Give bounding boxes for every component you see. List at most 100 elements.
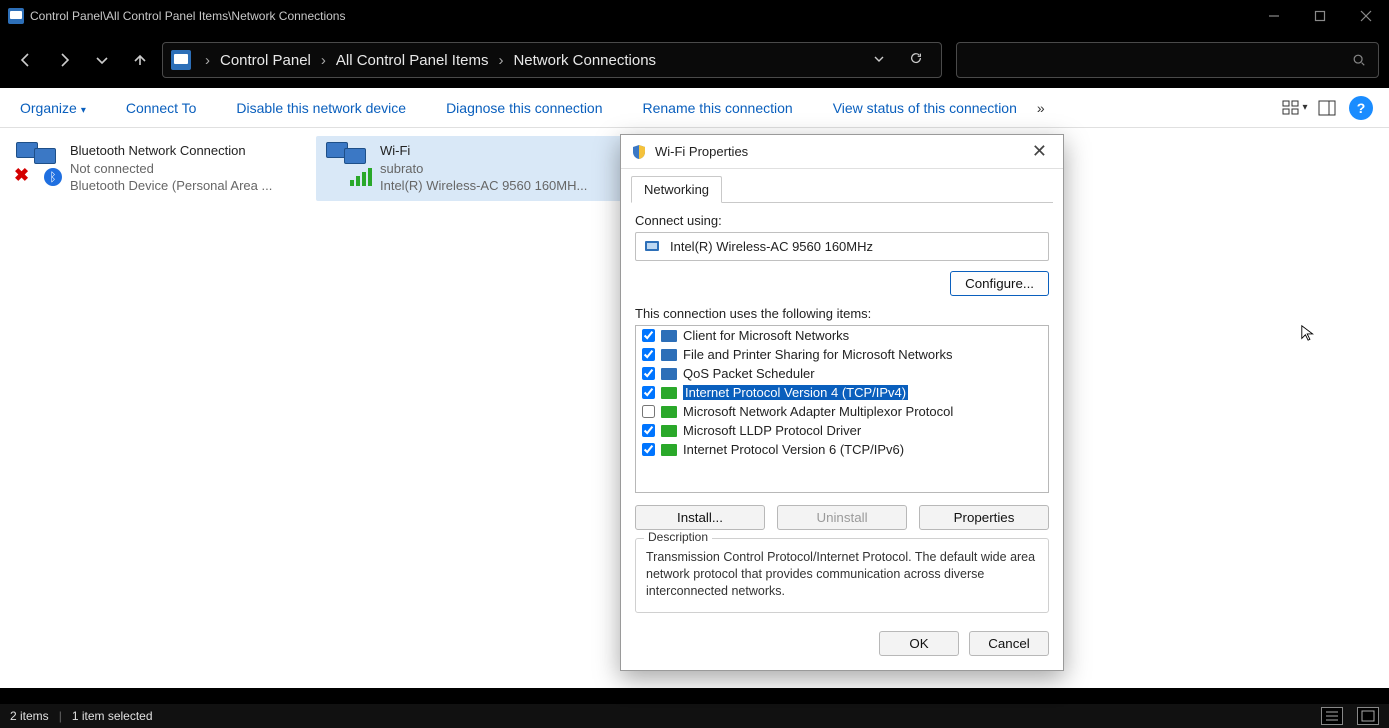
details-view-button[interactable] bbox=[1321, 707, 1343, 725]
view-options-button[interactable]: ▾ bbox=[1279, 92, 1311, 124]
adapter-field[interactable]: Intel(R) Wireless-AC 9560 160MHz bbox=[635, 232, 1049, 261]
location-icon bbox=[171, 50, 191, 70]
large-icons-view-button[interactable] bbox=[1357, 707, 1379, 725]
protocol-checkbox[interactable] bbox=[642, 443, 655, 456]
uninstall-button: Uninstall bbox=[777, 505, 907, 530]
wifi-properties-dialog: Wi-Fi Properties ✕ Networking Connect us… bbox=[620, 134, 1064, 671]
window-title: Control Panel\All Control Panel Items\Ne… bbox=[30, 9, 345, 23]
protocol-icon bbox=[661, 330, 677, 342]
protocol-label: Internet Protocol Version 4 (TCP/IPv4) bbox=[683, 385, 908, 400]
dialog-title-bar[interactable]: Wi-Fi Properties ✕ bbox=[621, 135, 1063, 169]
protocol-item[interactable]: Microsoft Network Adapter Multiplexor Pr… bbox=[636, 402, 1048, 421]
protocol-label: Microsoft LLDP Protocol Driver bbox=[683, 423, 861, 438]
maximize-button[interactable] bbox=[1297, 0, 1343, 32]
dialog-close-button[interactable]: ✕ bbox=[1026, 141, 1053, 162]
protocol-icon bbox=[661, 444, 677, 456]
error-icon: ✖ bbox=[14, 165, 29, 186]
connection-name: Bluetooth Network Connection bbox=[70, 142, 272, 160]
items-label: This connection uses the following items… bbox=[635, 306, 1049, 321]
help-button[interactable]: ? bbox=[1349, 96, 1373, 120]
minimize-button[interactable] bbox=[1251, 0, 1297, 32]
adapter-name: Intel(R) Wireless-AC 9560 160MHz bbox=[670, 239, 873, 254]
protocol-icon bbox=[661, 368, 677, 380]
network-icon bbox=[324, 142, 372, 186]
network-icon: ✖ᛒ bbox=[14, 142, 62, 186]
chevron-right-icon[interactable]: › bbox=[315, 52, 332, 69]
protocol-checkbox[interactable] bbox=[642, 367, 655, 380]
command-bar: Organize Connect To Disable this network… bbox=[0, 88, 1389, 128]
protocol-icon bbox=[661, 387, 677, 399]
description-group: Description Transmission Control Protoco… bbox=[635, 538, 1049, 613]
rename-button[interactable]: Rename this connection bbox=[633, 94, 803, 122]
protocol-checkbox[interactable] bbox=[642, 386, 655, 399]
status-bar: 2 items | 1 item selected bbox=[0, 704, 1389, 728]
protocol-label: QoS Packet Scheduler bbox=[683, 366, 815, 381]
disable-device-button[interactable]: Disable this network device bbox=[226, 94, 416, 122]
recent-locations-button[interactable] bbox=[86, 44, 118, 76]
control-panel-icon bbox=[8, 8, 24, 24]
protocol-item[interactable]: Client for Microsoft Networks bbox=[636, 326, 1048, 345]
organize-menu[interactable]: Organize bbox=[10, 94, 96, 122]
status-selected-count: 1 item selected bbox=[72, 709, 153, 723]
search-icon bbox=[1352, 53, 1366, 67]
chevron-right-icon[interactable]: › bbox=[199, 52, 216, 69]
breadcrumb-item[interactable]: All Control Panel Items bbox=[336, 52, 489, 69]
connection-item[interactable]: ✖ᛒBluetooth Network ConnectionNot connec… bbox=[6, 136, 316, 201]
protocol-checkbox[interactable] bbox=[642, 405, 655, 418]
connection-status: Not connected bbox=[70, 160, 272, 178]
connection-name: Wi-Fi bbox=[380, 142, 587, 160]
view-status-button[interactable]: View status of this connection bbox=[823, 94, 1027, 122]
description-text: Transmission Control Protocol/Internet P… bbox=[646, 549, 1038, 600]
forward-button[interactable] bbox=[48, 44, 80, 76]
protocol-item[interactable]: Microsoft LLDP Protocol Driver bbox=[636, 421, 1048, 440]
separator: | bbox=[59, 709, 62, 723]
breadcrumb[interactable]: › Control Panel › All Control Panel Item… bbox=[162, 42, 942, 78]
protocol-checkbox[interactable] bbox=[642, 329, 655, 342]
protocol-icon bbox=[661, 425, 677, 437]
breadcrumb-dropdown[interactable] bbox=[863, 52, 895, 69]
description-label: Description bbox=[644, 530, 712, 544]
bluetooth-icon: ᛒ bbox=[44, 168, 62, 186]
configure-button[interactable]: Configure... bbox=[950, 271, 1049, 296]
protocol-checkbox[interactable] bbox=[642, 424, 655, 437]
protocol-item[interactable]: QoS Packet Scheduler bbox=[636, 364, 1048, 383]
preview-pane-button[interactable] bbox=[1311, 92, 1343, 124]
protocol-item[interactable]: File and Printer Sharing for Microsoft N… bbox=[636, 345, 1048, 364]
protocol-checkbox[interactable] bbox=[642, 348, 655, 361]
breadcrumb-item[interactable]: Control Panel bbox=[220, 52, 311, 69]
connection-status: subrato bbox=[380, 160, 587, 178]
diagnose-button[interactable]: Diagnose this connection bbox=[436, 94, 612, 122]
up-button[interactable] bbox=[124, 44, 156, 76]
protocol-icon bbox=[661, 406, 677, 418]
refresh-button[interactable] bbox=[899, 51, 933, 69]
connection-device: Bluetooth Device (Personal Area ... bbox=[70, 177, 272, 195]
overflow-button[interactable]: » bbox=[1027, 94, 1055, 122]
protocol-item[interactable]: Internet Protocol Version 4 (TCP/IPv4) bbox=[636, 383, 1048, 402]
protocol-item[interactable]: Internet Protocol Version 6 (TCP/IPv6) bbox=[636, 440, 1048, 459]
adapter-icon bbox=[644, 240, 662, 254]
breadcrumb-item[interactable]: Network Connections bbox=[513, 52, 656, 69]
connect-using-label: Connect using: bbox=[635, 213, 1049, 228]
status-item-count: 2 items bbox=[10, 709, 49, 723]
install-button[interactable]: Install... bbox=[635, 505, 765, 530]
tab-networking[interactable]: Networking bbox=[631, 176, 722, 203]
back-button[interactable] bbox=[10, 44, 42, 76]
protocol-icon bbox=[661, 349, 677, 361]
protocol-label: Internet Protocol Version 6 (TCP/IPv6) bbox=[683, 442, 904, 457]
connect-to-button[interactable]: Connect To bbox=[116, 94, 207, 122]
connection-device: Intel(R) Wireless-AC 9560 160MH... bbox=[380, 177, 587, 195]
dialog-tabs: Networking bbox=[631, 173, 1053, 203]
chevron-right-icon[interactable]: › bbox=[492, 52, 509, 69]
close-button[interactable] bbox=[1343, 0, 1389, 32]
ok-button[interactable]: OK bbox=[879, 631, 959, 656]
wifi-signal-icon bbox=[350, 168, 372, 186]
connection-item[interactable]: Wi-FisubratoIntel(R) Wireless-AC 9560 16… bbox=[316, 136, 626, 201]
properties-button[interactable]: Properties bbox=[919, 505, 1049, 530]
protocol-label: Microsoft Network Adapter Multiplexor Pr… bbox=[683, 404, 953, 419]
title-bar: Control Panel\All Control Panel Items\Ne… bbox=[0, 0, 1389, 32]
search-input[interactable] bbox=[956, 42, 1379, 78]
cancel-button[interactable]: Cancel bbox=[969, 631, 1049, 656]
protocol-label: File and Printer Sharing for Microsoft N… bbox=[683, 347, 952, 362]
items-listbox[interactable]: Client for Microsoft Networks File and Pr… bbox=[635, 325, 1049, 493]
shield-icon bbox=[631, 144, 647, 160]
